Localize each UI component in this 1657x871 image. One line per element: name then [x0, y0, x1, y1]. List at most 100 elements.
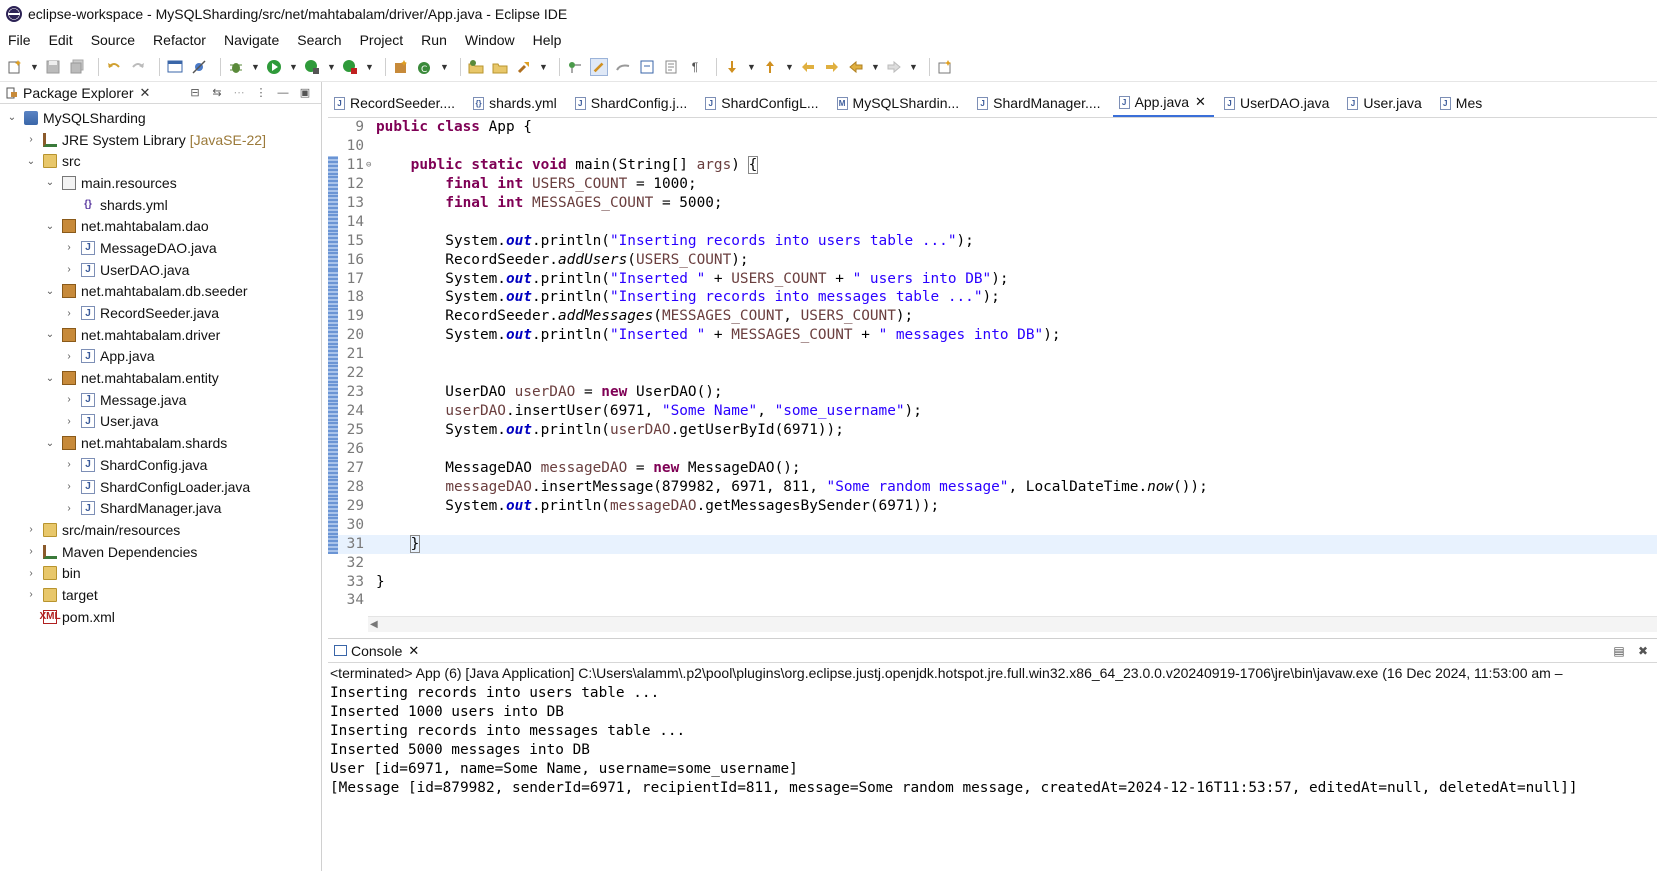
- editor-tab[interactable]: J Mes: [1434, 89, 1490, 117]
- tree-item[interactable]: › J App.java: [0, 346, 321, 368]
- previous-annotation-dropdown-icon[interactable]: ▼: [785, 62, 794, 72]
- editor-tab[interactable]: J ShardManager....: [971, 89, 1108, 117]
- chevron-down-icon[interactable]: ⌄: [6, 112, 18, 123]
- debug-icon[interactable]: [227, 58, 245, 76]
- next-annotation-dropdown-icon[interactable]: ▼: [747, 62, 756, 72]
- chevron-right-icon[interactable]: ›: [63, 264, 75, 275]
- previous-annotation-icon[interactable]: [761, 58, 779, 76]
- code-line[interactable]: 12 final int USERS_COUNT = 1000;: [328, 174, 1657, 194]
- next-annotation-icon[interactable]: [723, 58, 741, 76]
- chevron-right-icon[interactable]: ›: [63, 503, 75, 514]
- tree-item[interactable]: › target: [0, 584, 321, 606]
- menu-refactor[interactable]: Refactor: [153, 32, 206, 48]
- tree-item[interactable]: ⌄ net.mahtabalam.db.seeder: [0, 281, 321, 303]
- minimize-icon[interactable]: —: [275, 86, 291, 100]
- search-icon[interactable]: [515, 58, 533, 76]
- chevron-right-icon[interactable]: ›: [63, 242, 75, 253]
- code-line[interactable]: 22: [328, 364, 1657, 384]
- tree-item[interactable]: › J Message.java: [0, 389, 321, 411]
- tree-item[interactable]: ⌄ MySQLSharding: [0, 107, 321, 129]
- external-tools-icon[interactable]: [341, 58, 359, 76]
- tree-item[interactable]: ⌄ src: [0, 150, 321, 172]
- pilcrow-icon[interactable]: ¶: [686, 58, 704, 76]
- code-line[interactable]: 26: [328, 439, 1657, 459]
- editor-tab[interactable]: J App.java ✕: [1112, 89, 1214, 117]
- forward-icon[interactable]: [885, 58, 903, 76]
- chevron-down-icon[interactable]: ⌄: [44, 286, 56, 297]
- tree-item[interactable]: › Maven Dependencies: [0, 541, 321, 563]
- coverage-icon[interactable]: [303, 58, 321, 76]
- code-line[interactable]: 33}: [328, 573, 1657, 592]
- code-line[interactable]: 23 UserDAO userDAO = new UserDAO();: [328, 383, 1657, 403]
- collapse-all-icon[interactable]: ⊟: [187, 86, 203, 100]
- menu-source[interactable]: Source: [91, 32, 135, 48]
- chevron-right-icon[interactable]: ›: [63, 481, 75, 492]
- filter-icon[interactable]: ⋯: [231, 86, 247, 100]
- new-class-dropdown-icon[interactable]: ▼: [440, 62, 449, 72]
- chevron-right-icon[interactable]: ›: [25, 568, 37, 579]
- editor-tab[interactable]: {} shards.yml: [467, 89, 565, 117]
- chevron-right-icon[interactable]: ›: [25, 546, 37, 557]
- tree-item[interactable]: › src/main/resources: [0, 519, 321, 541]
- tree-item[interactable]: XML pom.xml: [0, 606, 321, 628]
- code-line[interactable]: 16 RecordSeeder.addUsers(USERS_COUNT);: [328, 250, 1657, 270]
- tree-item[interactable]: › JRE System Library [JavaSE-22]: [0, 129, 321, 151]
- link-with-editor-icon[interactable]: ⇆: [209, 86, 225, 100]
- code-line[interactable]: 11 ⊖ public static void main(String[] arg…: [328, 155, 1657, 175]
- open-perspective-icon[interactable]: [936, 58, 954, 76]
- tree-item[interactable]: › J ShardManager.java: [0, 497, 321, 519]
- redo-icon[interactable]: [129, 58, 147, 76]
- code-line[interactable]: 10: [328, 137, 1657, 156]
- menu-search[interactable]: Search: [297, 32, 341, 48]
- open-type-icon[interactable]: [467, 58, 485, 76]
- close-icon[interactable]: ✕: [140, 85, 151, 101]
- chevron-down-icon[interactable]: ⌄: [25, 156, 37, 167]
- chevron-right-icon[interactable]: ›: [25, 589, 37, 600]
- tree-item[interactable]: ⌄ main.resources: [0, 172, 321, 194]
- code-line[interactable]: 27 MessageDAO messageDAO = new MessageDA…: [328, 458, 1657, 478]
- editor-tab[interactable]: J ShardConfig.j...: [569, 89, 696, 117]
- chevron-right-icon[interactable]: ›: [63, 308, 75, 319]
- new-dropdown-icon[interactable]: ▼: [30, 62, 39, 72]
- tree-item[interactable]: › J User.java: [0, 411, 321, 433]
- save-icon[interactable]: [44, 58, 62, 76]
- code-line[interactable]: 17 System.out.println("Inserted " + USER…: [328, 269, 1657, 289]
- mark-occurrences-icon[interactable]: [590, 57, 608, 76]
- editor-tab[interactable]: J User.java: [1341, 89, 1429, 117]
- code-line[interactable]: 14: [328, 212, 1657, 232]
- search-dropdown-icon[interactable]: ▼: [539, 62, 548, 72]
- terminal-icon[interactable]: [166, 58, 184, 76]
- new-icon[interactable]: [6, 58, 24, 76]
- horizontal-scrollbar[interactable]: ◀: [368, 616, 1657, 632]
- menu-edit[interactable]: Edit: [49, 32, 73, 48]
- code-line[interactable]: 21: [328, 345, 1657, 365]
- code-line[interactable]: 30: [328, 515, 1657, 535]
- tree-item[interactable]: › J MessageDAO.java: [0, 237, 321, 259]
- toggle-breadcrumb-icon[interactable]: [566, 58, 584, 76]
- view-menu-icon[interactable]: ⋮: [253, 86, 269, 100]
- menu-window[interactable]: Window: [465, 32, 515, 48]
- code-editor[interactable]: 9 public class App {10 11 ⊖ public static v…: [328, 118, 1657, 610]
- new-java-project-icon[interactable]: [392, 58, 410, 76]
- code-line[interactable]: 24 userDAO.insertUser(6971, "Some Name",…: [328, 402, 1657, 421]
- chevron-right-icon[interactable]: ›: [63, 394, 75, 405]
- last-edit-location-icon[interactable]: [799, 58, 817, 76]
- menu-file[interactable]: File: [8, 32, 31, 48]
- tree-item[interactable]: › J UserDAO.java: [0, 259, 321, 281]
- tab-package-explorer[interactable]: Package Explorer ✕: [6, 85, 156, 101]
- chevron-right-icon[interactable]: ›: [25, 134, 37, 145]
- code-line[interactable]: 31 }: [328, 534, 1657, 554]
- tree-item[interactable]: › bin: [0, 562, 321, 584]
- word-wrap-icon[interactable]: [662, 58, 680, 76]
- open-resource-icon[interactable]: [491, 58, 509, 76]
- menu-run[interactable]: Run: [421, 32, 447, 48]
- menu-project[interactable]: Project: [360, 32, 404, 48]
- editor-tab[interactable]: M MySQLShardin...: [831, 89, 968, 117]
- clear-console-icon[interactable]: ▤: [1611, 644, 1627, 658]
- back-icon[interactable]: [847, 58, 865, 76]
- code-line[interactable]: 15 System.out.println("Inserting records…: [328, 231, 1657, 251]
- forward-dropdown-icon[interactable]: ▼: [909, 62, 918, 72]
- tree-item[interactable]: ⌄ net.mahtabalam.dao: [0, 215, 321, 237]
- code-line[interactable]: 18 System.out.println("Inserting records…: [328, 288, 1657, 308]
- back-dropdown-icon[interactable]: ▼: [871, 62, 880, 72]
